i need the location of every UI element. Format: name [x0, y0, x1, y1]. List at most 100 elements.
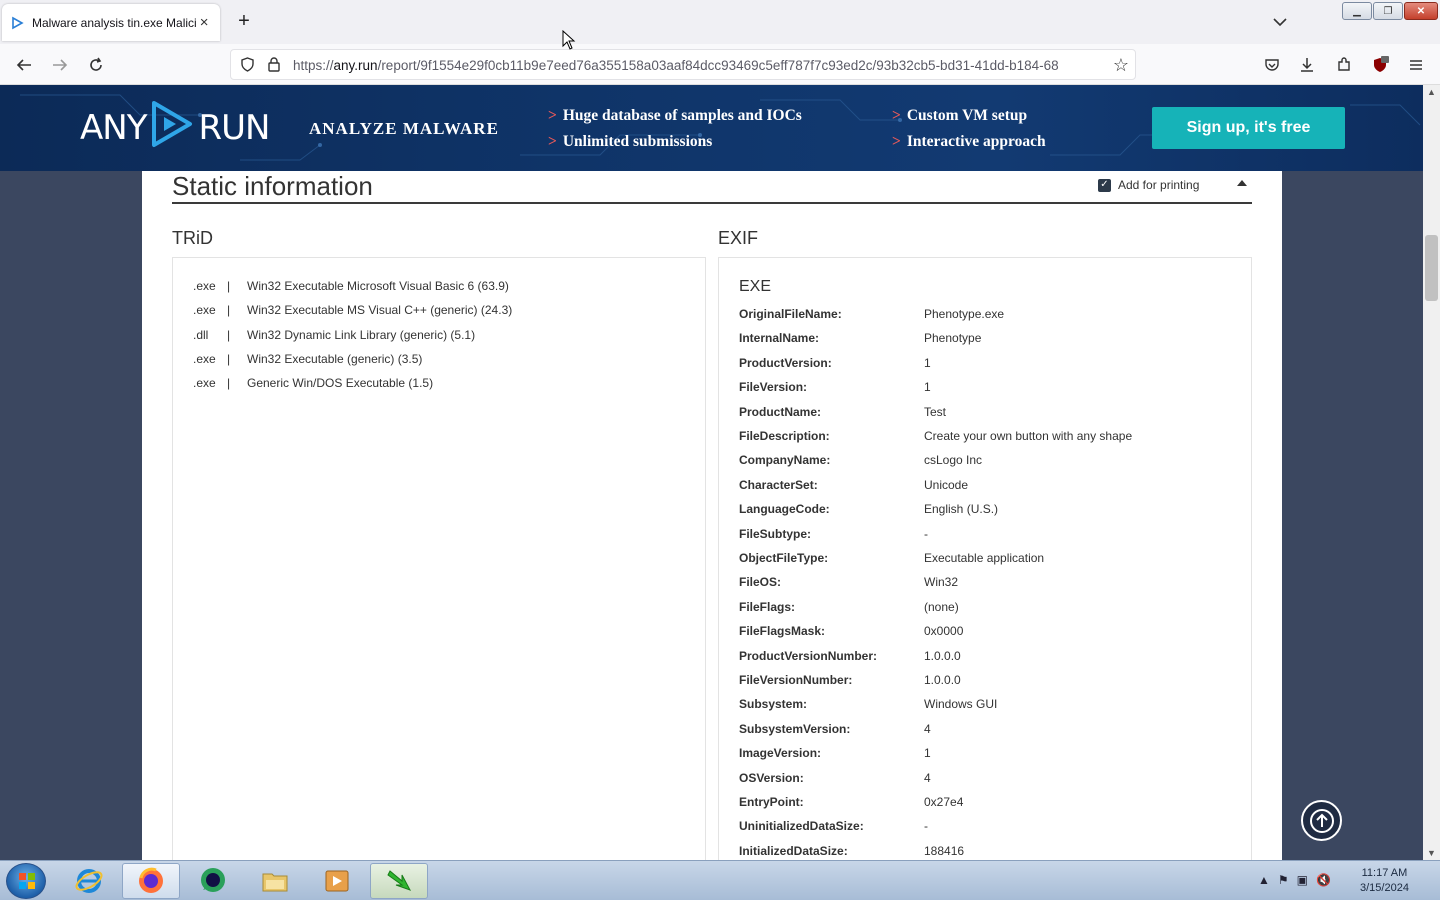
url-path: /report/9f1554e29f0cb11b9e7eed76a355158a…	[377, 58, 1059, 73]
address-bar[interactable]: https://any.run/report/9f1554e29f0cb11b9…	[230, 49, 1136, 80]
url-text[interactable]: https://any.run/report/9f1554e29f0cb11b9…	[293, 58, 1103, 73]
browser-tab-bar: Malware analysis tin.exe Malicious × + ▁…	[0, 0, 1440, 44]
bookmark-star-icon[interactable]: ☆	[1113, 55, 1129, 76]
feature-item: > Custom VM setup	[892, 107, 1027, 125]
exif-value: 188416	[924, 843, 965, 858]
promo-banner: ANY RUN ANALYZE MALWARE > Huge database o…	[0, 85, 1423, 171]
add-for-printing-toggle[interactable]: ✓ Add for printing	[1098, 178, 1199, 192]
collapse-caret-icon[interactable]	[1237, 180, 1247, 186]
feature-item: > Unlimited submissions	[548, 133, 712, 151]
lock-icon[interactable]	[267, 56, 281, 76]
exif-value: 0x0000	[924, 624, 964, 639]
feature-marker: >	[892, 107, 901, 124]
page-scrollbar[interactable]: ▲ ▼	[1423, 85, 1440, 860]
exif-key: Subsystem:	[739, 697, 808, 712]
feature-item: > Huge database of samples and IOCs	[548, 107, 802, 125]
scroll-down-arrow-icon[interactable]: ▼	[1423, 848, 1440, 858]
exif-key: OriginalFileName:	[739, 307, 842, 321]
back-arrow-icon[interactable]	[12, 53, 36, 77]
pocket-icon[interactable]	[1260, 53, 1284, 77]
checkbox-checked-icon[interactable]: ✓	[1098, 178, 1111, 192]
exif-key: InitializedDataSize:	[739, 843, 848, 858]
trid-desc: Win32 Executable Microsoft Visual Basic …	[247, 279, 509, 293]
trid-ext: .exe	[193, 279, 216, 293]
download-icon[interactable]	[1295, 53, 1319, 77]
feature-label: Custom VM setup	[906, 107, 1028, 124]
network-icon[interactable]: ▣	[1297, 873, 1308, 887]
exif-row: FileVersion: 1	[739, 380, 931, 394]
browser-nav-bar: https://any.run/report/9f1554e29f0cb11b9…	[0, 44, 1440, 85]
exif-key: ProductName:	[739, 404, 822, 419]
minimize-icon[interactable]: ▁	[1342, 2, 1372, 20]
exif-key: FileOS:	[739, 575, 782, 590]
feature-marker: >	[548, 107, 557, 124]
trid-row: .dll | Win32 Dynamic Link Library (generic…	[193, 328, 475, 342]
exif-row: ProductName: Test	[739, 405, 946, 419]
exif-value: 0x27e4	[924, 795, 964, 809]
exif-key: LanguageCode:	[739, 502, 830, 517]
start-button[interactable]	[6, 863, 46, 899]
scroll-to-top-button[interactable]	[1301, 800, 1342, 841]
forward-arrow-icon[interactable]	[48, 53, 72, 77]
feature-label: Interactive approach	[906, 133, 1046, 150]
tab-title: Malware analysis tin.exe Malicious	[32, 15, 197, 30]
trid-desc: Win32 Dynamic Link Library (generic) (5.…	[247, 328, 476, 342]
restore-icon[interactable]: ❐	[1373, 2, 1403, 20]
exif-value: 1.0.0.0	[924, 673, 961, 687]
shield-icon[interactable]	[239, 56, 256, 76]
exif-row: InternalName: Phenotype	[739, 331, 981, 345]
exif-key: FileVersion:	[739, 380, 808, 395]
tab-close-icon[interactable]: ×	[196, 14, 212, 31]
section-divider	[172, 202, 1252, 204]
exif-row: FileDescription: Create your own button w…	[739, 429, 1132, 443]
browser-tab[interactable]: Malware analysis tin.exe Malicious ×	[2, 4, 220, 41]
exif-row: ProductVersionNumber: 1.0.0.0	[739, 649, 961, 663]
anyrun-logo[interactable]: ANY RUN	[80, 100, 270, 153]
reload-icon[interactable]	[84, 53, 108, 77]
trid-row: .exe | Win32 Executable (generic) (3.5)	[193, 352, 422, 366]
extensions-icon[interactable]	[1332, 53, 1356, 77]
feature-item: > Interactive approach	[892, 133, 1046, 151]
close-window-icon[interactable]: ✕	[1404, 2, 1438, 20]
exif-key: UninitializedDataSize:	[739, 819, 864, 834]
url-scheme: https://	[293, 58, 334, 73]
volume-muted-icon[interactable]: 🔇	[1316, 873, 1331, 887]
exif-row: CharacterSet: Unicode	[739, 478, 968, 492]
exif-key: InternalName:	[739, 331, 820, 346]
taskbar-media[interactable]	[308, 863, 366, 899]
trid-row: .exe | Win32 Executable Microsoft Visual B…	[193, 279, 509, 293]
signup-button[interactable]: Sign up, it's free	[1152, 107, 1345, 149]
taskbar-app[interactable]	[184, 863, 242, 899]
exif-key: ProductVersion:	[739, 355, 832, 370]
taskbar-download-tool[interactable]	[370, 863, 428, 899]
exif-value: 1.0.0.0	[924, 648, 961, 663]
exif-row: CompanyName: csLogo Inc	[739, 453, 982, 467]
exif-row: EntryPoint: 0x27e4	[739, 795, 963, 809]
flag-icon[interactable]: ⚑	[1278, 873, 1289, 887]
taskbar-explorer[interactable]	[246, 863, 304, 899]
ublock-icon[interactable]	[1368, 53, 1392, 77]
new-tab-icon[interactable]: +	[234, 11, 254, 31]
feature-marker: >	[548, 133, 557, 150]
scroll-up-arrow-icon[interactable]: ▲	[1423, 87, 1440, 97]
exif-value: -	[924, 819, 928, 834]
scrollbar-thumb[interactable]	[1425, 235, 1438, 301]
firefox-icon	[139, 867, 163, 893]
exif-key: FileSubtype:	[739, 526, 812, 541]
exif-row: OSVersion: 4	[739, 771, 931, 785]
url-domain: any.run	[333, 58, 378, 73]
chevron-down-icon[interactable]	[1270, 12, 1290, 32]
taskbar-ie[interactable]	[60, 863, 118, 899]
menu-hamburger-icon[interactable]	[1404, 53, 1428, 77]
exif-key: EntryPoint:	[739, 795, 804, 809]
taskbar-firefox[interactable]	[122, 863, 180, 899]
trid-ext: .exe	[193, 303, 216, 317]
internet-explorer-icon	[75, 869, 103, 893]
exif-value: Win32	[924, 575, 959, 590]
trid-heading: TRiD	[172, 228, 213, 248]
exif-row: InitializedDataSize: 188416	[739, 844, 964, 858]
exif-key: FileVersionNumber:	[739, 673, 853, 687]
taskbar-clock[interactable]: 11:17 AM 3/15/2024	[1360, 866, 1409, 896]
anyrun-favicon-icon	[10, 16, 24, 30]
tray-expand-icon[interactable]: ▲	[1258, 873, 1270, 887]
